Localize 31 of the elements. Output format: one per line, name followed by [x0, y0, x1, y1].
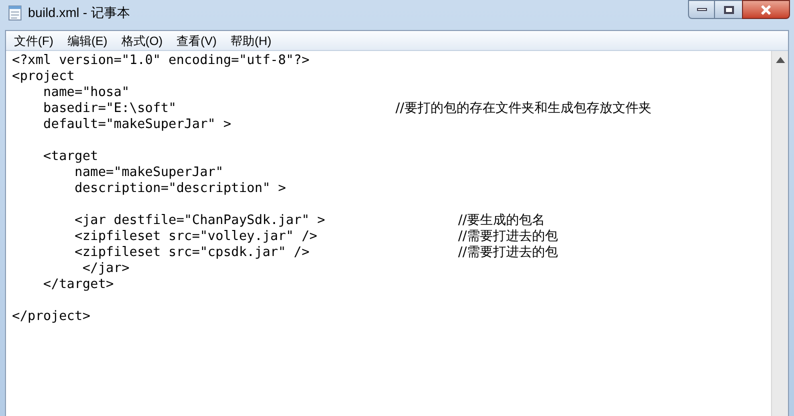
code-line: <zipfileset src="cpsdk.jar" />: [74, 245, 310, 261]
code-line: name="hosa": [42, 85, 130, 101]
menu-item[interactable]: 查看(V): [176, 32, 217, 50]
window-title: build.xml - 记事本: [28, 4, 130, 22]
code-line: <project: [12, 69, 75, 85]
code-line: </jar>: [81, 261, 130, 277]
code-line: default="makeSuperJar" >: [42, 117, 232, 133]
code-line: <target: [42, 149, 98, 165]
code-line: </project>: [12, 309, 90, 325]
notepad-icon: [8, 5, 22, 21]
close-button[interactable]: [742, 0, 790, 19]
menu-item[interactable]: 格式(O): [121, 32, 163, 50]
code-comment: //需要打进去的包: [458, 245, 558, 261]
menu-item[interactable]: 帮助(H): [230, 32, 272, 50]
code-line: basedir="E:\soft": [42, 101, 178, 117]
scrollbar[interactable]: [771, 51, 788, 416]
maximize-button[interactable]: [715, 0, 742, 19]
scroll-up-icon[interactable]: [776, 57, 784, 63]
minimize-button[interactable]: [688, 0, 715, 19]
code-line: description="description" >: [74, 181, 286, 197]
code-comment: //要生成的包名: [458, 213, 545, 229]
code-comment: //要打的包的存在文件夹和生成包存放文件夹: [396, 101, 652, 117]
code-line: name="makeSuperJar": [74, 165, 224, 181]
menu-item[interactable]: 编辑(E): [67, 32, 108, 50]
code-line: <?xml version="1.0" encoding="utf-8"?>: [12, 53, 310, 69]
code-comment: //需要打进去的包: [458, 229, 558, 245]
menu-item[interactable]: 文件(F): [14, 32, 54, 50]
code-line: <zipfileset src="volley.jar" />: [74, 229, 318, 245]
close-icon: [760, 4, 772, 14]
code-line: </target>: [42, 277, 114, 293]
code-line: <jar destfile="ChanPaySdk.jar" >: [74, 213, 326, 229]
